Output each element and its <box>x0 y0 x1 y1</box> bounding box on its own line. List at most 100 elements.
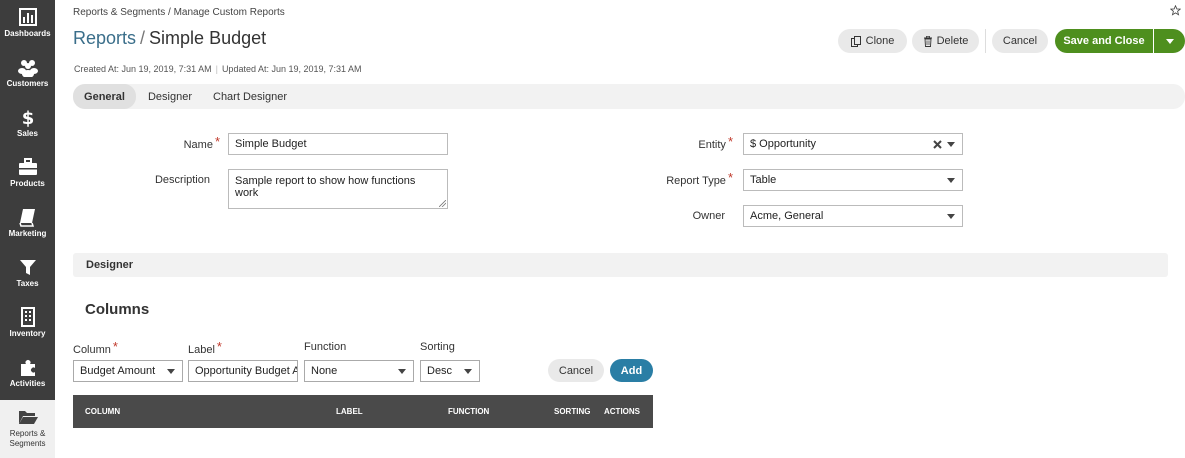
cancel-button[interactable]: Cancel <box>992 29 1048 53</box>
caret-down-icon <box>1165 38 1174 44</box>
title-separator: / <box>140 28 146 48</box>
users-icon <box>17 60 38 77</box>
label-input[interactable]: Opportunity Budget Amount <box>188 360 298 382</box>
sidebar-item-label: Products <box>10 179 45 188</box>
description-textarea[interactable]: Sample report to show how functions work <box>228 169 448 209</box>
sidebar-item-customers[interactable]: Customers <box>0 50 55 100</box>
entity-label-text: Entity <box>698 139 726 151</box>
required-marker: * <box>216 339 222 354</box>
owner-label: Owner <box>692 210 725 222</box>
sidebar-item-sales[interactable]: $ Sales <box>0 100 55 150</box>
column-field-label: Column * <box>73 339 118 356</box>
required-marker: * <box>214 134 220 149</box>
sidebar-item-label: Activities <box>9 379 46 388</box>
chevron-down-icon <box>167 369 175 374</box>
building-icon <box>20 307 35 327</box>
required-marker: * <box>727 134 733 149</box>
star-icon[interactable] <box>1170 5 1181 16</box>
sidebar-item-products[interactable]: Products <box>0 150 55 200</box>
tab-chart-designer[interactable]: Chart Designer <box>207 84 293 109</box>
sidebar-item-reports-segments[interactable]: Reports & Segments <box>0 400 55 458</box>
name-label: Name * <box>155 134 220 151</box>
description-text: Sample report to show how functions work <box>235 175 416 199</box>
tab-designer[interactable]: Designer <box>139 84 201 109</box>
sidebar-item-label: Reports & <box>9 429 46 438</box>
sidebar-item-label: Customers <box>6 79 49 88</box>
column-value: Budget Amount <box>80 365 156 377</box>
page-title: Reports / Simple Budget <box>73 28 266 49</box>
header-actions: ACTIONS <box>604 407 640 416</box>
function-field-label: Function <box>304 341 347 353</box>
sorting-value: Desc <box>427 365 453 377</box>
sidebar-item-activities[interactable]: Activities <box>0 350 55 400</box>
name-label-text: Name <box>183 139 213 151</box>
delete-button[interactable]: Delete <box>912 29 979 53</box>
report-type-select[interactable]: Table <box>743 169 963 191</box>
delete-label: Delete <box>936 35 969 47</box>
add-column-button[interactable]: Add <box>610 359 653 382</box>
toolbar-divider <box>985 29 986 53</box>
save-and-close-button[interactable]: Save and Close <box>1055 29 1153 53</box>
required-marker: * <box>727 170 733 185</box>
column-select[interactable]: Budget Amount <box>73 360 183 382</box>
record-meta: Created At: Jun 19, 2019, 7:31 AM | Update… <box>74 64 362 74</box>
required-marker: * <box>112 339 118 354</box>
chevron-down-icon <box>947 178 955 183</box>
tab-general[interactable]: General <box>73 84 136 109</box>
updated-at: Updated At: Jun 19, 2019, 7:31 AM <box>221 64 362 74</box>
owner-select[interactable]: Acme, General <box>743 205 963 227</box>
sidebar-item-dashboards[interactable]: Dashboards <box>0 0 55 50</box>
entity-value: $ Opportunity <box>750 138 817 150</box>
description-label: Description <box>154 174 210 186</box>
function-select[interactable]: None <box>304 360 414 382</box>
sidebar-item-label: Dashboards <box>4 29 51 38</box>
bar-chart-icon <box>18 8 37 26</box>
column-cancel-button[interactable]: Cancel <box>548 359 604 382</box>
sidebar-item-inventory[interactable]: Inventory <box>0 300 55 350</box>
name-input[interactable]: Simple Budget <box>228 133 448 155</box>
folder-open-icon <box>18 411 38 424</box>
report-type-value: Table <box>750 174 777 186</box>
function-value: None <box>311 365 338 377</box>
sidebar-item-label: Segments <box>9 439 46 448</box>
header-label[interactable]: LABEL <box>336 395 363 428</box>
puzzle-icon <box>20 360 35 376</box>
tab-bar: General Designer Chart Designer <box>73 84 1185 109</box>
dollar-icon: $ <box>21 108 34 127</box>
label-label-text: Label <box>188 344 215 356</box>
chevron-down-icon <box>947 214 955 219</box>
trash-icon <box>923 35 932 47</box>
header-function[interactable]: FUNCTION <box>448 395 489 428</box>
filter-icon <box>19 260 36 275</box>
header-column[interactable]: COLUMN <box>85 395 120 428</box>
sidebar-item-taxes[interactable]: Taxes <box>0 250 55 300</box>
label-field-label: Label * <box>188 339 222 356</box>
sidebar-item-label: Sales <box>17 129 38 138</box>
report-type-label: Report Type * <box>645 170 733 187</box>
briefcase-icon <box>18 158 37 175</box>
sidebar-item-label: Marketing <box>8 229 47 238</box>
breadcrumb[interactable]: Reports & Segments / Manage Custom Repor… <box>73 7 285 18</box>
svg-text:$: $ <box>21 108 34 127</box>
sorting-select[interactable]: Desc <box>420 360 480 382</box>
main-content: Reports & Segments / Manage Custom Repor… <box>55 0 1185 458</box>
copy-icon <box>850 35 861 47</box>
title-name: Simple Budget <box>149 28 267 48</box>
clone-button[interactable]: Clone <box>838 29 907 53</box>
header-sorting[interactable]: SORTING <box>554 395 590 428</box>
columns-title: Columns <box>85 301 150 318</box>
sidebar-item-marketing[interactable]: Marketing <box>0 200 55 250</box>
owner-value: Acme, General <box>750 210 824 222</box>
chevron-down-icon <box>947 142 955 147</box>
title-section-link[interactable]: Reports <box>73 28 136 48</box>
columns-table-header: COLUMN LABEL FUNCTION SORTING ACTIONS <box>73 395 653 428</box>
report-type-label-text: Report Type <box>666 175 726 187</box>
resize-handle-icon[interactable] <box>439 200 446 207</box>
entity-select[interactable]: $ Opportunity <box>743 133 963 155</box>
clear-icon[interactable] <box>933 140 942 149</box>
created-at: Created At: Jun 19, 2019, 7:31 AM <box>74 64 212 74</box>
designer-section-header: Designer <box>73 253 1168 277</box>
chevron-down-icon <box>398 369 406 374</box>
save-options-dropdown[interactable] <box>1154 29 1185 53</box>
sidebar-item-label: Inventory <box>9 329 46 338</box>
